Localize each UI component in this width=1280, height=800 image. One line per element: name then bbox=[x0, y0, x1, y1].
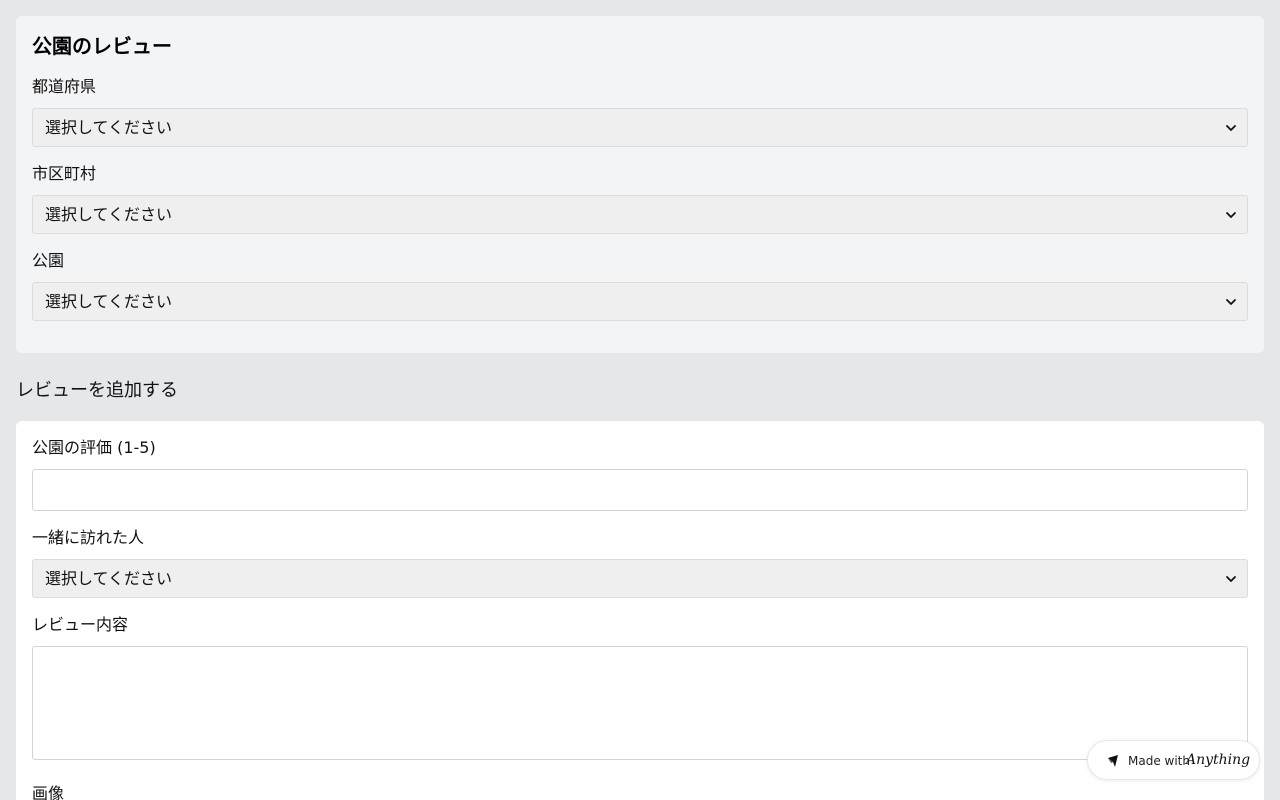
made-with-text: Made with bbox=[1128, 754, 1190, 768]
image-label: 画像 bbox=[32, 784, 65, 800]
anything-logo-icon bbox=[1108, 755, 1118, 767]
brand-text: Anything bbox=[1186, 752, 1251, 768]
chevron-down-icon bbox=[1226, 212, 1236, 218]
review-content-textarea[interactable] bbox=[32, 646, 1248, 760]
park-select[interactable]: 選択してください bbox=[32, 282, 1248, 321]
city-label: 市区町村 bbox=[32, 164, 97, 183]
companion-label: 一緒に訪れた人 bbox=[32, 528, 145, 547]
park-select-value: 選択してください bbox=[45, 292, 173, 311]
add-review-card: 公園の評価 (1-5) 一緒に訪れた人 選択してください レビュー内容 画像 bbox=[16, 421, 1264, 800]
chevron-down-icon bbox=[1226, 125, 1236, 131]
city-select[interactable]: 選択してください bbox=[32, 195, 1248, 234]
prefecture-select-value: 選択してください bbox=[45, 118, 173, 137]
park-label: 公園 bbox=[32, 251, 65, 270]
prefecture-select[interactable]: 選択してください bbox=[32, 108, 1248, 147]
rating-label: 公園の評価 (1-5) bbox=[32, 438, 156, 457]
review-content-label: レビュー内容 bbox=[32, 615, 129, 634]
add-review-title: レビューを追加する bbox=[16, 380, 178, 401]
page-title: 公園のレビュー bbox=[32, 34, 172, 58]
park-review-card: 公園のレビュー 都道府県 選択してください 市区町村 選択してください 公園 選… bbox=[16, 16, 1264, 353]
chevron-down-icon bbox=[1226, 299, 1236, 305]
rating-input[interactable] bbox=[32, 469, 1248, 511]
city-select-value: 選択してください bbox=[45, 205, 173, 224]
made-with-badge[interactable]: Made with Anything bbox=[1087, 740, 1260, 780]
companion-select-value: 選択してください bbox=[45, 569, 173, 588]
page: 公園のレビュー 都道府県 選択してください 市区町村 選択してください 公園 選… bbox=[0, 0, 1280, 800]
chevron-down-icon bbox=[1226, 576, 1236, 582]
companion-select[interactable]: 選択してください bbox=[32, 559, 1248, 598]
prefecture-label: 都道府県 bbox=[32, 77, 97, 96]
